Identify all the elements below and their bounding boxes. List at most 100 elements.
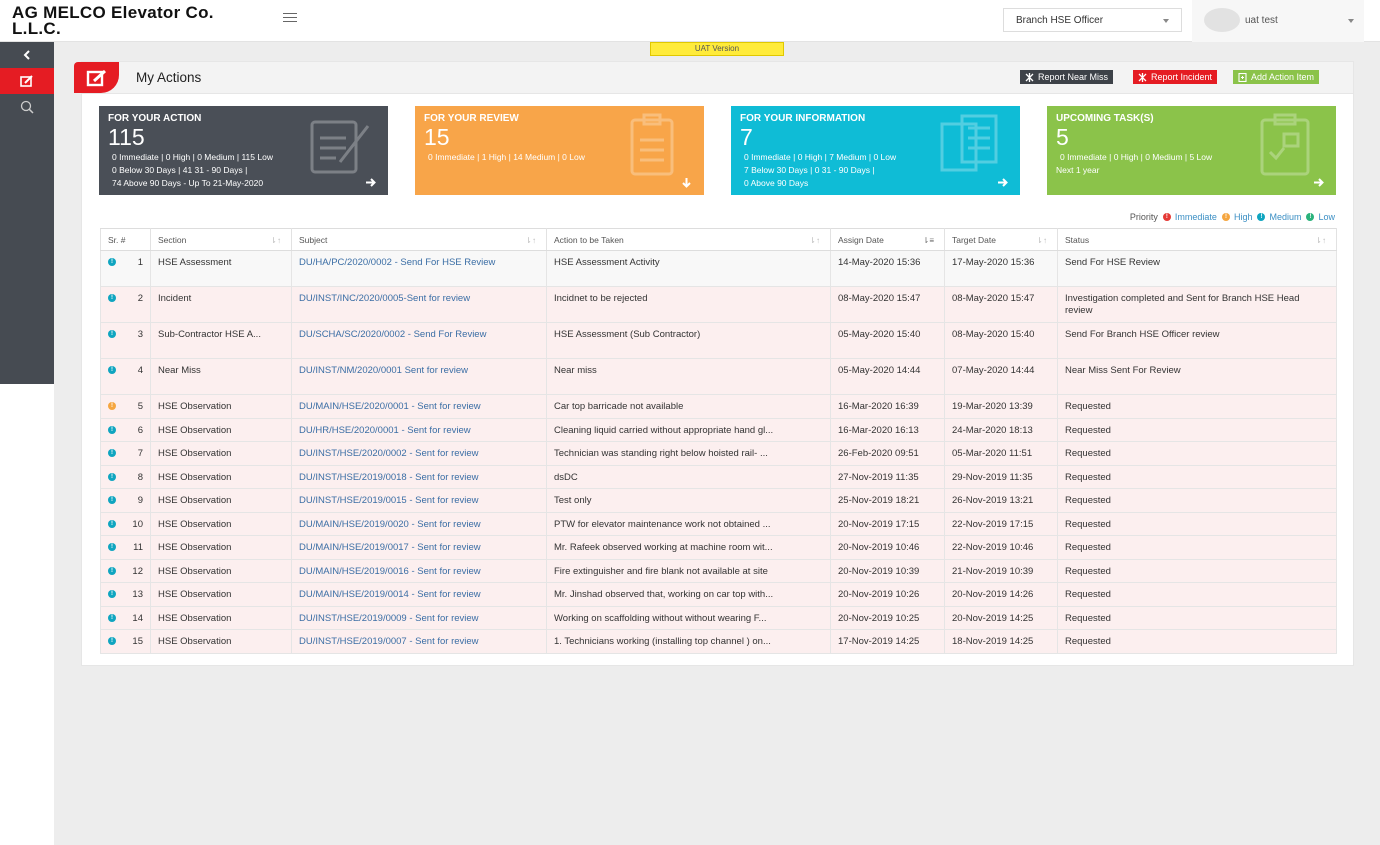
page-title: My Actions [136,70,202,85]
card-background-icon [630,113,674,176]
table-row[interactable]: ! 14 HSE Observation DU/INST/HSE/2019/0009 … [100,606,1337,630]
sort-icon[interactable]: ⇂↑ [1036,236,1047,245]
cell-target-date: 17-May-2020 15:36 [944,250,1058,287]
priority-medium-icon: ! [108,543,116,551]
priority-medium-icon: ! [108,590,116,598]
table-row[interactable]: ! 1 HSE Assessment DU/HA/PC/2020/0002 - Sen… [100,250,1337,287]
sidebar-item-my-actions[interactable] [0,68,54,94]
add-action-item-label: Add Action Item [1251,72,1315,82]
cell-target-date: 24-Mar-2020 18:13 [944,418,1058,442]
cell-subject-link[interactable]: DU/MAIN/HSE/2019/0020 - Sent for review [291,512,547,536]
card-upcoming-tasks[interactable]: UPCOMING TASK(S) 5 0 Immediate | 0 High | … [1047,106,1336,195]
col-sr-header[interactable]: Sr. # [100,228,151,251]
cell-subject-link[interactable]: DU/HA/PC/2020/0002 - Send For HSE Review [291,250,547,287]
table-row[interactable]: ! 10 HSE Observation DU/MAIN/HSE/2019/0020 … [100,512,1337,536]
cell-section: HSE Observation [150,629,292,654]
priority-medium-icon: ! [108,449,116,457]
cell-status: Requested [1057,441,1337,466]
add-action-item-button[interactable]: Add Action Item [1233,70,1320,84]
col-subject-header[interactable]: Subject ⇂↑ [291,228,547,251]
cell-section: HSE Observation [150,559,292,583]
arrow-right-icon[interactable] [365,177,376,188]
cell-action: PTW for elevator maintenance work not ob… [546,512,831,536]
cell-sr: ! 10 [100,512,151,536]
edit-icon [20,75,33,87]
cell-subject-link[interactable]: DU/HR/HSE/2020/0001 - Sent for review [291,418,547,442]
table-row[interactable]: ! 6 HSE Observation DU/HR/HSE/2020/0001 - S… [100,418,1337,442]
cell-sr: ! 11 [100,535,151,560]
cell-section: HSE Observation [150,488,292,513]
cell-assign-date: 20-Nov-2019 10:26 [830,582,945,607]
arrow-down-icon[interactable] [681,177,692,188]
card-title: UPCOMING TASK(S) [1056,113,1154,124]
cell-assign-date: 08-May-2020 15:47 [830,286,945,323]
sort-icon[interactable]: ⇂↑ [1315,236,1326,245]
col-target-date-header[interactable]: Target Date ⇂↑ [944,228,1058,251]
cell-subject-link[interactable]: DU/INST/HSE/2019/0018 - Sent for review [291,465,547,489]
sidebar-footer-area [0,384,54,845]
table-row[interactable]: ! 8 HSE Observation DU/INST/HSE/2019/0018 -… [100,465,1337,489]
cell-status: Requested [1057,394,1337,419]
cell-subject-link[interactable]: DU/INST/NM/2020/0001 Sent for review [291,358,547,395]
sort-icon[interactable]: ⇂↑ [525,236,536,245]
sidebar-collapse-button[interactable] [0,42,54,68]
col-status-header[interactable]: Status ⇂↑ [1057,228,1337,251]
cell-target-date: 26-Nov-2019 13:21 [944,488,1058,513]
report-incident-button[interactable]: Report Incident [1133,70,1218,84]
cell-subject-link[interactable]: DU/MAIN/HSE/2019/0017 - Sent for review [291,535,547,560]
cell-assign-date: 27-Nov-2019 11:35 [830,465,945,489]
cell-target-date: 20-Nov-2019 14:25 [944,606,1058,630]
cell-status: Requested [1057,488,1337,513]
cell-subject-link[interactable]: DU/INST/HSE/2019/0015 - Sent for review [291,488,547,513]
cell-status: Requested [1057,629,1337,654]
table-row[interactable]: ! 13 HSE Observation DU/MAIN/HSE/2019/0014 … [100,582,1337,607]
cell-subject-link[interactable]: DU/INST/HSE/2020/0002 - Sent for review [291,441,547,466]
cell-subject-link[interactable]: DU/MAIN/HSE/2019/0016 - Sent for review [291,559,547,583]
cell-subject-link[interactable]: DU/MAIN/HSE/2020/0001 - Sent for review [291,394,547,419]
cell-action: Mr. Jinshad observed that, working on ca… [546,582,831,607]
priority-high-icon: ! [108,402,116,410]
role-select[interactable]: Branch HSE Officer [1003,8,1182,32]
table-row[interactable]: ! 9 HSE Observation DU/INST/HSE/2019/0015 -… [100,488,1337,513]
card-for-your-review[interactable]: FOR YOUR REVIEW 15 0 Immediate | 1 High | … [415,106,704,195]
sidebar-item-search[interactable] [0,94,54,120]
card-count: 7 [740,124,753,150]
cell-subject-link[interactable]: DU/INST/HSE/2019/0007 - Sent for review [291,629,547,654]
table-row[interactable]: ! 12 HSE Observation DU/MAIN/HSE/2019/0016 … [100,559,1337,583]
cell-action: Cleaning liquid carried without appropri… [546,418,831,442]
menu-toggle-icon[interactable] [283,13,297,25]
table-row[interactable]: ! 7 HSE Observation DU/INST/HSE/2020/0002 -… [100,441,1337,466]
arrow-right-icon[interactable] [997,177,1008,188]
card-count: 15 [424,124,450,150]
cell-subject-link[interactable]: DU/MAIN/HSE/2019/0014 - Sent for review [291,582,547,607]
user-menu[interactable]: uat test [1192,0,1364,42]
table-row[interactable]: ! 5 HSE Observation DU/MAIN/HSE/2020/0001 -… [100,394,1337,419]
priority-medium-icon: ! [108,613,116,622]
report-near-miss-button[interactable]: Report Near Miss [1020,70,1114,84]
table-row[interactable]: ! 4 Near Miss DU/INST/NM/2020/0001 Sent for… [100,358,1337,395]
col-section-header[interactable]: Section ⇂↑ [150,228,292,251]
col-section-label: Section [158,234,187,245]
sort-icon[interactable]: ⇂↑ [270,236,281,245]
role-select-value: Branch HSE Officer [1016,15,1104,26]
cell-sr: ! 2 [100,286,151,323]
priority-medium-icon: ! [108,496,116,504]
table-row[interactable]: ! 11 HSE Observation DU/MAIN/HSE/2019/0017 … [100,535,1337,560]
arrow-right-icon[interactable] [1313,177,1324,188]
col-assign-date-header[interactable]: Assign Date ⇂≡ [830,228,945,251]
sort-icon[interactable]: ⇂↑ [809,236,820,245]
sr-number: 8 [137,471,143,483]
table-row[interactable]: ! 15 HSE Observation DU/INST/HSE/2019/0007 … [100,629,1337,654]
cell-section: HSE Observation [150,418,292,442]
cell-subject-link[interactable]: DU/INST/HSE/2019/0009 - Sent for review [291,606,547,630]
cell-subject-link[interactable]: DU/SCHA/SC/2020/0002 - Send For Review [291,322,547,359]
sort-icon[interactable]: ⇂≡ [923,236,934,245]
cell-target-date: 08-May-2020 15:47 [944,286,1058,323]
col-action-header[interactable]: Action to be Taken ⇂↑ [546,228,831,251]
cell-subject-link[interactable]: DU/INST/INC/2020/0005-Sent for review [291,286,547,323]
card-title: FOR YOUR INFORMATION [740,113,866,124]
table-row[interactable]: ! 3 Sub-Contractor HSE A... DU/SCHA/SC/2020… [100,322,1337,359]
card-for-your-action[interactable]: FOR YOUR ACTION 115 0 Immediate | 0 High |… [99,106,388,195]
card-for-your-information[interactable]: FOR YOUR INFORMATION 7 0 Immediate | 0 Hig… [731,106,1020,195]
table-row[interactable]: ! 2 Incident DU/INST/INC/2020/0005-Sent for… [100,286,1337,323]
